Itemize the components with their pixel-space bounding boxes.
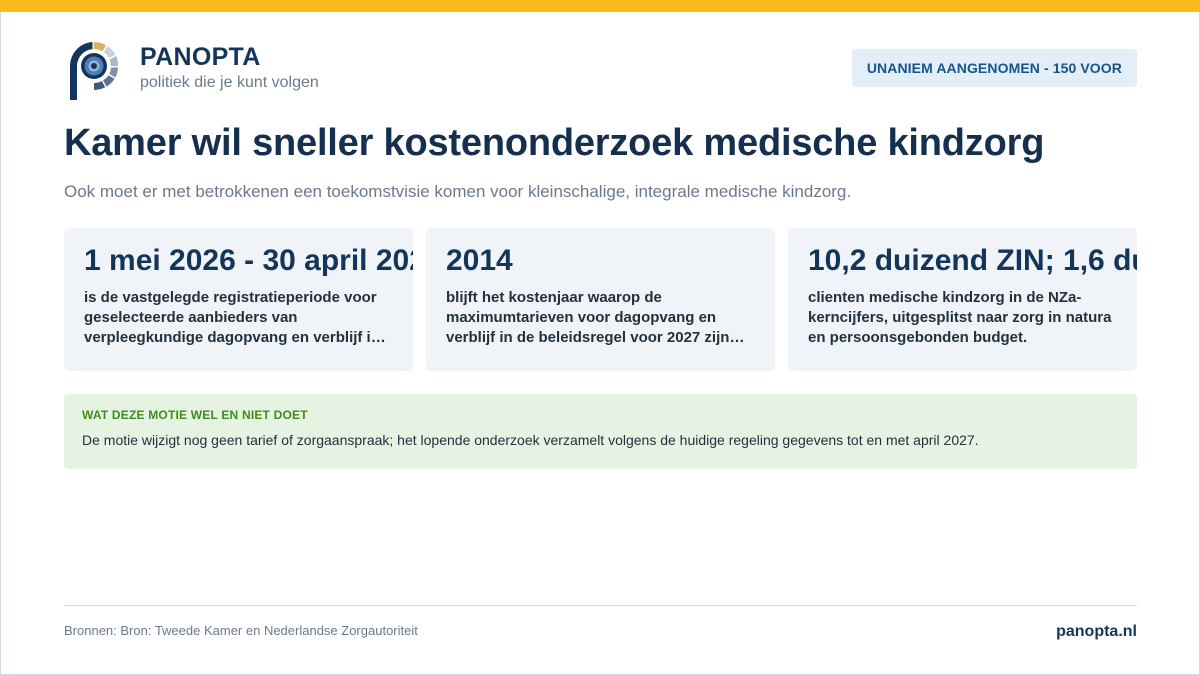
eye-p-logo-icon	[70, 42, 119, 100]
footer-divider	[64, 605, 1137, 606]
fact-card-description: clienten medische kindzorg in de NZa-ker…	[808, 289, 1112, 346]
fact-cards: 1 mei 2026 - 30 april 2027 is de vastgel…	[64, 228, 1137, 371]
brand-header[interactable]: PANOPTA politiek die je kunt volgen	[68, 42, 319, 100]
page-subtitle: Ook moet er met betrokkenen een toekomst…	[64, 182, 852, 201]
fact-card: 10,2 duizend ZIN; 1,6 duizend pgb client…	[788, 228, 1137, 371]
fact-card: 1 mei 2026 - 30 april 2027 is de vastgel…	[64, 228, 413, 371]
accent-top-bar	[0, 0, 1200, 12]
brand-name: PANOPTA	[140, 43, 261, 71]
fact-card: 2014 blijft het kostenjaar waarop de max…	[426, 228, 775, 371]
fact-card-value: 2014	[446, 244, 513, 277]
fact-card-description: is de vastgelegde registratieperiode voo…	[84, 289, 380, 346]
note-label: WAT DEZE MOTIE WEL EN NIET DOET	[82, 408, 308, 422]
motion-scope-note: WAT DEZE MOTIE WEL EN NIET DOET De motie…	[64, 394, 1137, 469]
site-link[interactable]: panopta.nl	[1056, 623, 1137, 641]
note-text: De motie wijzigt nog geen tarief of zorg…	[82, 432, 979, 448]
fact-card-description: blijft het kostenjaar waarop de maximumt…	[446, 289, 730, 346]
page-title: Kamer wil sneller kostenonderzoek medisc…	[64, 122, 1045, 164]
sources-text: Bronnen: Bron: Tweede Kamer en Nederland…	[64, 623, 418, 638]
fact-card-value: 10,2 duizend ZIN; 1,6 duizend pgb	[808, 244, 1137, 277]
brand-tagline: politiek die je kunt volgen	[140, 74, 319, 91]
fact-card-value: 1 mei 2026 - 30 april 2027	[84, 244, 413, 277]
vote-result-badge: UNANIEM AANGENOMEN - 150 VOOR	[851, 49, 1137, 87]
